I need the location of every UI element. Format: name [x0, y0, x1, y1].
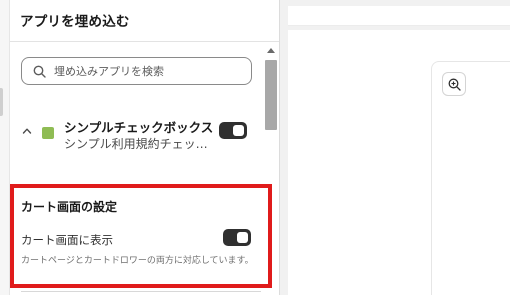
preview-toolbar	[288, 6, 510, 26]
scroll-up-arrow-icon[interactable]	[267, 48, 275, 53]
toggle-knob	[233, 125, 244, 136]
chevron-up-icon[interactable]	[22, 126, 32, 136]
edge-handle[interactable]	[0, 88, 3, 116]
app-icon	[42, 127, 54, 139]
cart-settings-title: カート画面の設定	[21, 200, 118, 214]
toggle-knob	[237, 232, 248, 243]
app-enable-toggle[interactable]	[219, 122, 247, 139]
embed-apps-sidebar: アプリを埋め込む シンプルチェックボックス シンプル利用規約チェックボックス カ…	[0, 0, 280, 295]
preview-frame	[431, 61, 510, 295]
app-embed-row[interactable]: シンプルチェックボックス シンプル利用規約チェックボックス	[10, 110, 260, 160]
zoom-in-icon	[448, 78, 461, 91]
sidebar-title: アプリを埋め込む	[20, 14, 130, 30]
cart-display-label: カート画面に表示	[21, 233, 113, 247]
zoom-button[interactable]	[442, 72, 466, 96]
search-icon	[33, 65, 46, 78]
cart-help-text: カートページとカートドロワーの両方に対応しています。	[21, 256, 254, 266]
cart-settings-section: カート画面の設定 カート画面に表示 カートページとカートドロワーの両方に対応して…	[10, 184, 272, 288]
sidebar-edge	[0, 0, 10, 295]
search-field[interactable]	[21, 57, 252, 85]
search-input[interactable]	[54, 62, 244, 80]
section-divider	[21, 291, 261, 292]
app-name: シンプルチェックボックス	[64, 120, 214, 135]
scrollbar-thumb[interactable]	[265, 60, 277, 130]
app-description: シンプル利用規約チェックボックス	[64, 137, 209, 151]
cart-display-toggle[interactable]	[223, 229, 251, 246]
sidebar-header: アプリを埋め込む	[10, 0, 279, 42]
